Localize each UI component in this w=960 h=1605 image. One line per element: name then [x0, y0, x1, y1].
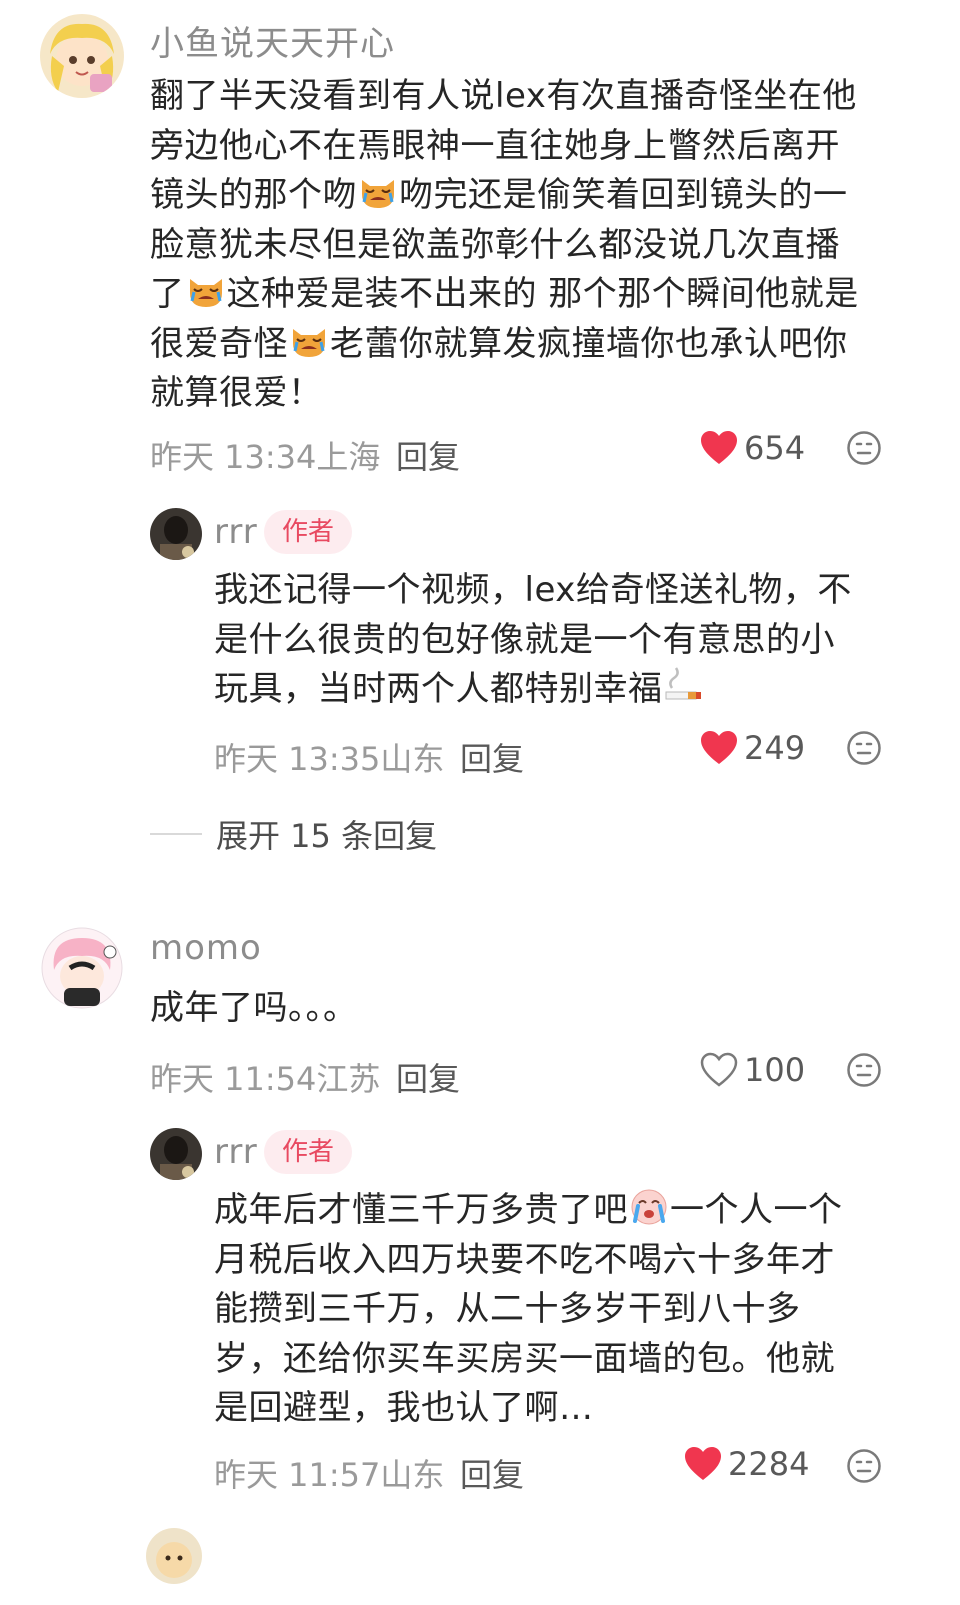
reply-time: 昨天 13:35	[214, 740, 381, 778]
avatar[interactable]	[40, 926, 124, 1010]
dislike-face-icon[interactable]	[846, 1052, 882, 1088]
reply-username[interactable]: rrr	[214, 512, 258, 552]
content-line: 是什么很贵的包好像就是一个有意思的小	[214, 616, 852, 666]
heart-icon	[701, 731, 737, 764]
crying-face-emoji	[631, 1189, 667, 1225]
reply-username[interactable]: rrr	[214, 1132, 258, 1172]
like-button[interactable]: 654	[700, 428, 805, 468]
text: 老蕾你就算发疯撞墙你也承认吧你	[330, 323, 848, 364]
comment-time: 昨天 11:54	[150, 1060, 317, 1098]
comment-location: 江苏	[316, 1060, 381, 1098]
text: 一个人一个	[670, 1190, 843, 1230]
content-line: 我还记得一个视频，lex给奇怪送礼物，不	[214, 566, 852, 616]
crying-cat-emoji	[293, 328, 325, 357]
avatar[interactable]	[150, 1128, 202, 1180]
reply-button[interactable]: 回复	[396, 432, 460, 478]
text: 成年了吗。。。	[150, 988, 358, 1028]
comment-username[interactable]: momo	[150, 928, 262, 968]
expand-replies-label: 展开 15 条回复	[216, 817, 438, 855]
comment-time: 昨天 13:34	[150, 438, 317, 476]
like-count: 249	[744, 729, 806, 767]
like-button[interactable]: 249	[700, 728, 805, 768]
like-button[interactable]: 2284	[684, 1444, 809, 1484]
comment-location: 上海	[316, 438, 381, 476]
reply-meta: 昨天 13:35山东	[214, 734, 444, 780]
text: 岁，还给你买车买房买一面墙的包。他就	[214, 1338, 835, 1379]
dislike-face-icon[interactable]	[846, 1448, 882, 1484]
comment-username[interactable]: 小鱼说天天开心	[150, 16, 395, 65]
text: 成年后才懂三千万多贵了吧	[214, 1190, 628, 1230]
text: 旁边他心不在焉眼神一直往她身上瞥然后离开	[150, 125, 840, 166]
heart-icon	[685, 1447, 721, 1480]
expand-replies-button[interactable]: 展开 15 条回复	[150, 812, 437, 856]
content-line: 镜头的那个吻 吻完还是偷笑着回到镜头的一	[150, 171, 859, 221]
avatar[interactable]	[40, 14, 124, 98]
content-line: 翻了半天没看到有人说lex有次直播奇怪坐在他	[150, 72, 859, 122]
reply-button[interactable]: 回复	[396, 1054, 460, 1100]
text: 我还记得一个视频，lex给奇怪送礼物，不	[214, 570, 852, 610]
like-count: 2284	[728, 1445, 810, 1483]
like-count: 654	[744, 429, 806, 467]
heart-icon	[701, 431, 737, 464]
reply-meta: 昨天 11:57山东	[214, 1450, 444, 1496]
dislike-face-icon[interactable]	[846, 430, 882, 466]
content-line: 岁，还给你买车买房买一面墙的包。他就	[214, 1335, 843, 1385]
author-badge: 作者	[264, 1130, 353, 1174]
reply-content: 成年后才懂三千万多贵了吧 一个人一个 月税后收入四万块要不吃不喝六十多年才 能攒到…	[214, 1186, 843, 1434]
content-line: 就算很爱！	[150, 369, 859, 419]
text: 翻了半天没看到有人说lex有次直播奇怪坐在他	[150, 76, 857, 116]
content-line: 月税后收入四万块要不吃不喝六十多年才	[214, 1236, 843, 1286]
text: 这种爱是装不出来的 那个那个瞬间他就是	[226, 274, 859, 314]
content-line: 是回避型，我也认了啊…	[214, 1384, 843, 1434]
content-line: 玩具，当时两个人都特别幸福	[214, 665, 852, 715]
heart-outline-icon	[700, 1052, 738, 1087]
crying-cat-emoji	[189, 279, 222, 307]
author-badge: 作者	[264, 510, 353, 554]
content-line: 脸意犹未尽但是欲盖弥彰什么都没说几次直播	[150, 221, 859, 271]
text: 玩具，当时两个人都特别幸福	[214, 669, 663, 709]
content-line: 旁边他心不在焉眼神一直往她身上瞥然后离开	[150, 122, 859, 172]
reply-location: 山东	[380, 1456, 445, 1494]
avatar[interactable]	[150, 508, 202, 560]
content-line: 成年了吗。。。	[150, 984, 358, 1034]
content-line: 很爱奇怪 老蕾你就算发疯撞墙你也承认吧你	[150, 320, 859, 370]
reply-location: 山东	[380, 740, 445, 778]
content-line: 了 这种爱是装不出来的 那个那个瞬间他就是	[150, 270, 859, 320]
text: 月税后收入四万块要不吃不喝六十多年才	[214, 1239, 835, 1280]
comment-meta: 昨天 13:34上海	[150, 432, 380, 478]
like-button[interactable]: 100	[700, 1050, 805, 1090]
text: 了	[150, 274, 185, 314]
text: 就算很爱！	[150, 373, 323, 413]
crying-cat-emoji	[362, 180, 394, 208]
comment-meta: 昨天 11:54江苏	[150, 1054, 380, 1100]
text: 能攒到三千万，从二十多岁干到八十多	[214, 1289, 801, 1329]
dislike-face-icon[interactable]	[846, 730, 882, 766]
text: 是什么很贵的包好像就是一个有意思的小	[214, 619, 835, 660]
text: 脸意犹未尽但是欲盖弥彰什么都没说几次直播	[150, 224, 840, 265]
text: 吻完还是偷笑着回到镜头的一	[399, 175, 848, 215]
reply-time: 昨天 11:57	[214, 1456, 381, 1494]
text: 是回避型，我也认了啊…	[214, 1388, 594, 1428]
avatar[interactable]	[146, 1528, 202, 1584]
cigarette-emoji	[665, 667, 701, 700]
text: 镜头的那个吻	[150, 175, 357, 215]
text: 很爱奇怪	[150, 323, 288, 364]
comment-content: 成年了吗。。。	[150, 984, 358, 1034]
comment-content: 翻了半天没看到有人说lex有次直播奇怪坐在他 旁边他心不在焉眼神一直往她身上瞥然…	[150, 72, 859, 419]
content-line: 成年后才懂三千万多贵了吧 一个人一个	[214, 1186, 843, 1236]
content-line: 能攒到三千万，从二十多岁干到八十多	[214, 1285, 843, 1335]
reply-button[interactable]: 回复	[460, 734, 524, 780]
like-count: 100	[744, 1051, 806, 1089]
divider	[150, 833, 202, 835]
reply-content: 我还记得一个视频，lex给奇怪送礼物，不 是什么很贵的包好像就是一个有意思的小 …	[214, 566, 852, 715]
reply-button[interactable]: 回复	[460, 1450, 524, 1496]
